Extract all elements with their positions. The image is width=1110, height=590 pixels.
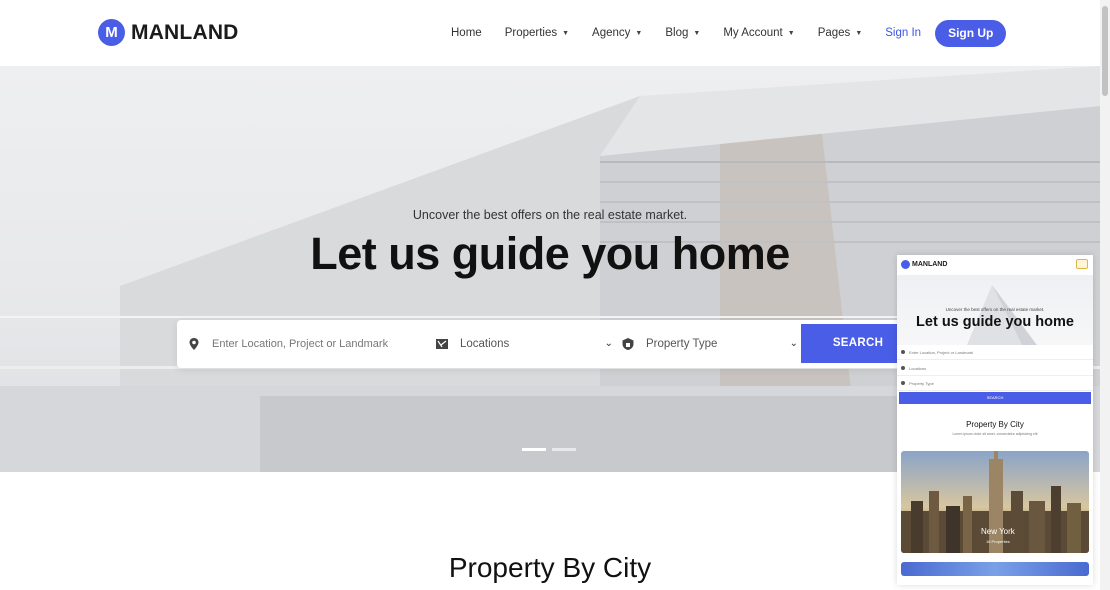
slider-dot-2[interactable] [552,448,576,451]
caret-down-icon: ▼ [693,29,701,37]
hero-subtitle: Uncover the best offers on the real esta… [412,208,688,222]
nav-home[interactable]: Home [451,27,482,39]
chevron-down-icon: ⌄ [604,338,613,349]
logo-mark-icon [98,19,125,46]
preview-subtitle: Uncover the best offers on the real esta… [945,307,1045,312]
scrollbar-thumb[interactable] [1102,6,1108,96]
nav-my-account-label: My Account [723,27,783,39]
logo-mark-icon [901,260,910,269]
preview-search-button: SEARCH [899,392,1091,404]
locations-select[interactable]: Locations ⌄ [435,320,613,368]
preview-header: MANLAND [897,255,1093,275]
location-input-placeholder: Enter Location, Project or Landmark [212,338,389,350]
slider-dot-1[interactable] [522,448,546,451]
property-search-bar: Enter Location, Project or Landmark Loca… [177,320,900,368]
caret-down-icon: ▼ [562,29,570,37]
preview-section-title: Property By City [966,420,1024,429]
caret-down-icon: ▼ [635,29,643,37]
nav-properties[interactable]: Properties ▼ [505,27,569,39]
sign-in-link[interactable]: Sign In [885,27,921,39]
map-pin-icon [189,338,199,350]
nav-home-label: Home [451,27,482,39]
preview-city-card-2 [901,562,1089,576]
nav-blog[interactable]: Blog ▼ [665,27,700,39]
preview-logo: MANLAND [901,260,947,269]
shield-home-icon [622,338,634,350]
nav-agency[interactable]: Agency ▼ [592,27,642,39]
property-type-value: Property Type [646,338,718,350]
nav-blog-label: Blog [665,27,689,39]
nav-pages-label: Pages [817,27,851,39]
preview-type-field: Property Type [897,376,1093,391]
preview-location-field: Enter Location, Project or Landmark [897,345,1093,360]
preview-city-card: New York 16 Properties [901,451,1089,553]
property-type-select[interactable]: Property Type ⌄ [621,320,798,368]
locations-value: Locations [460,338,510,350]
location-field[interactable]: Enter Location, Project or Landmark [187,320,432,368]
preview-locations-field: Locations [897,361,1093,376]
site-header: MANLAND Home Properties ▼ Agency ▼ Blog ▼ M… [0,0,1100,66]
chevron-down-icon: ⌄ [789,338,798,349]
mobile-preview-panel[interactable]: MANLAND Uncover the best offers on the r… [897,255,1093,585]
nav-agency-label: Agency [592,27,631,39]
hamburger-menu-icon[interactable] [1076,259,1088,269]
map-icon [436,339,448,349]
page-scrollbar[interactable] [1100,0,1110,590]
nav-properties-label: Properties [504,27,558,39]
slider-dots [522,448,576,451]
preview-section-subtitle: Lorem ipsum dolor sit amet, consectetur … [952,432,1038,436]
sign-up-button[interactable]: Sign Up [935,19,1007,47]
site-logo[interactable]: MANLAND [98,19,239,46]
logo-text: MANLAND [131,20,239,44]
preview-title: Let us guide you home [916,314,1074,330]
caret-down-icon: ▼ [787,29,795,37]
preview-card-subtitle: 16 Properties [986,539,1010,544]
nav-pages[interactable]: Pages ▼ [818,27,863,39]
preview-card-title: New York [981,527,1015,536]
main-nav: Home Properties ▼ Agency ▼ Blog ▼ My Accoun… [451,19,1007,47]
page: MANLAND Home Properties ▼ Agency ▼ Blog ▼ M… [0,0,1110,590]
preview-brand: MANLAND [912,261,948,268]
nav-my-account[interactable]: My Account ▼ [723,27,794,39]
caret-down-icon: ▼ [855,29,863,37]
city-skyline-image [901,451,1089,553]
